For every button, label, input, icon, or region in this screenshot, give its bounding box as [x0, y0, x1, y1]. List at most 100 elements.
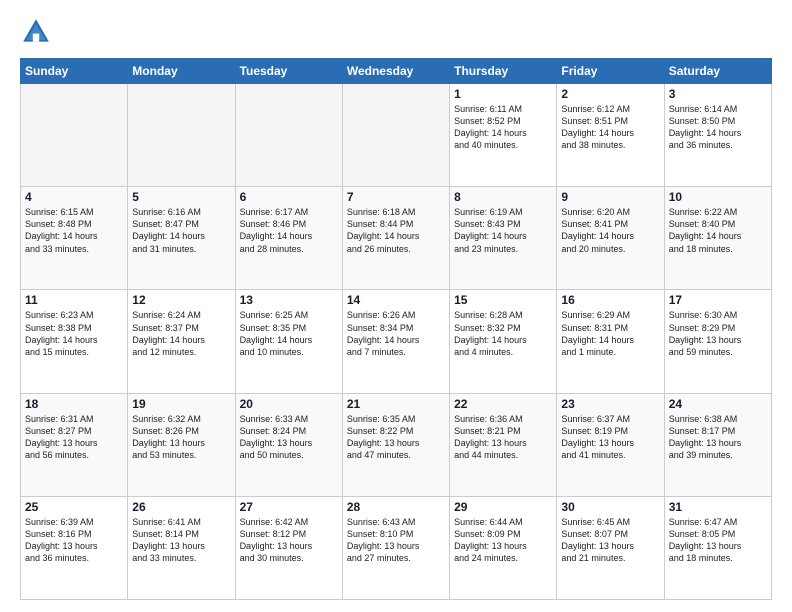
calendar-cell: 28Sunrise: 6:43 AM Sunset: 8:10 PM Dayli… — [342, 496, 449, 599]
daylight-info: Sunrise: 6:14 AM Sunset: 8:50 PM Dayligh… — [669, 103, 767, 152]
daylight-info: Sunrise: 6:23 AM Sunset: 8:38 PM Dayligh… — [25, 309, 123, 358]
day-number: 27 — [240, 500, 338, 514]
calendar-cell — [235, 84, 342, 187]
daylight-info: Sunrise: 6:19 AM Sunset: 8:43 PM Dayligh… — [454, 206, 552, 255]
weekday-header-wednesday: Wednesday — [342, 59, 449, 84]
page: SundayMondayTuesdayWednesdayThursdayFrid… — [0, 0, 792, 612]
daylight-info: Sunrise: 6:36 AM Sunset: 8:21 PM Dayligh… — [454, 413, 552, 462]
daylight-info: Sunrise: 6:41 AM Sunset: 8:14 PM Dayligh… — [132, 516, 230, 565]
calendar-table: SundayMondayTuesdayWednesdayThursdayFrid… — [20, 58, 772, 600]
daylight-info: Sunrise: 6:24 AM Sunset: 8:37 PM Dayligh… — [132, 309, 230, 358]
day-number: 21 — [347, 397, 445, 411]
day-number: 7 — [347, 190, 445, 204]
weekday-header-sunday: Sunday — [21, 59, 128, 84]
calendar-week-5: 25 Sunrise: 6:39 AM Sunset: 8:16 PM Dayli… — [21, 496, 772, 599]
daylight-info: Sunrise: 6:29 AM Sunset: 8:31 PM Dayligh… — [561, 309, 659, 358]
calendar-week-3: 11Sunrise: 6:23 AM Sunset: 8:38 PM Dayli… — [21, 290, 772, 393]
daylight-info: Sunrise: 6:16 AM Sunset: 8:47 PM Dayligh… — [132, 206, 230, 255]
calendar-cell — [128, 84, 235, 187]
day-number: 17 — [669, 293, 767, 307]
calendar-cell: 30 Sunrise: 6:45 AM Sunset: 8:07 PM Dayli… — [557, 496, 664, 599]
calendar-week-1: 1Sunrise: 6:11 AM Sunset: 8:52 PM Daylig… — [21, 84, 772, 187]
day-number: 13 — [240, 293, 338, 307]
calendar-cell: 16 Sunrise: 6:29 AM Sunset: 8:31 PM Dayli… — [557, 290, 664, 393]
day-number: 14 — [347, 293, 445, 307]
calendar-cell: 22 Sunrise: 6:36 AM Sunset: 8:21 PM Dayli… — [450, 393, 557, 496]
calendar-cell: 20Sunrise: 6:33 AM Sunset: 8:24 PM Dayli… — [235, 393, 342, 496]
daylight-info: Sunrise: 6:38 AM Sunset: 8:17 PM Dayligh… — [669, 413, 767, 462]
calendar-header-row: SundayMondayTuesdayWednesdayThursdayFrid… — [21, 59, 772, 84]
day-number: 5 — [132, 190, 230, 204]
header — [20, 16, 772, 48]
day-number: 15 — [454, 293, 552, 307]
calendar-cell: 10 Sunrise: 6:22 AM Sunset: 8:40 PM Dayli… — [664, 187, 771, 290]
calendar-cell: 15 Sunrise: 6:28 AM Sunset: 8:32 PM Dayli… — [450, 290, 557, 393]
day-number: 16 — [561, 293, 659, 307]
weekday-header-thursday: Thursday — [450, 59, 557, 84]
daylight-info: Sunrise: 6:31 AM Sunset: 8:27 PM Dayligh… — [25, 413, 123, 462]
calendar-cell — [342, 84, 449, 187]
calendar-cell: 9Sunrise: 6:20 AM Sunset: 8:41 PM Daylig… — [557, 187, 664, 290]
calendar-cell: 5 Sunrise: 6:16 AM Sunset: 8:47 PM Daylig… — [128, 187, 235, 290]
day-number: 25 — [25, 500, 123, 514]
daylight-info: Sunrise: 6:26 AM Sunset: 8:34 PM Dayligh… — [347, 309, 445, 358]
calendar-cell: 13 Sunrise: 6:25 AM Sunset: 8:35 PM Dayli… — [235, 290, 342, 393]
day-number: 3 — [669, 87, 767, 101]
daylight-info: Sunrise: 6:44 AM Sunset: 8:09 PM Dayligh… — [454, 516, 552, 565]
calendar-cell: 7 Sunrise: 6:18 AM Sunset: 8:44 PM Daylig… — [342, 187, 449, 290]
day-number: 29 — [454, 500, 552, 514]
calendar-cell: 17 Sunrise: 6:30 AM Sunset: 8:29 PM Dayli… — [664, 290, 771, 393]
day-number: 12 — [132, 293, 230, 307]
daylight-info: Sunrise: 6:39 AM Sunset: 8:16 PM Dayligh… — [25, 516, 123, 565]
daylight-info: Sunrise: 6:32 AM Sunset: 8:26 PM Dayligh… — [132, 413, 230, 462]
calendar-cell: 19Sunrise: 6:32 AM Sunset: 8:26 PM Dayli… — [128, 393, 235, 496]
calendar-cell: 12 Sunrise: 6:24 AM Sunset: 8:37 PM Dayli… — [128, 290, 235, 393]
logo — [20, 16, 56, 48]
daylight-info: Sunrise: 6:12 AM Sunset: 8:51 PM Dayligh… — [561, 103, 659, 152]
daylight-info: Sunrise: 6:47 AM Sunset: 8:05 PM Dayligh… — [669, 516, 767, 565]
day-number: 4 — [25, 190, 123, 204]
calendar-cell: 8 Sunrise: 6:19 AM Sunset: 8:43 PM Daylig… — [450, 187, 557, 290]
calendar-cell: 25 Sunrise: 6:39 AM Sunset: 8:16 PM Dayli… — [21, 496, 128, 599]
calendar-cell — [21, 84, 128, 187]
daylight-info: Sunrise: 6:33 AM Sunset: 8:24 PM Dayligh… — [240, 413, 338, 462]
daylight-info: Sunrise: 6:43 AM Sunset: 8:10 PM Dayligh… — [347, 516, 445, 565]
daylight-info: Sunrise: 6:28 AM Sunset: 8:32 PM Dayligh… — [454, 309, 552, 358]
calendar-cell: 18Sunrise: 6:31 AM Sunset: 8:27 PM Dayli… — [21, 393, 128, 496]
calendar-body: 1Sunrise: 6:11 AM Sunset: 8:52 PM Daylig… — [21, 84, 772, 600]
calendar-cell: 2 Sunrise: 6:12 AM Sunset: 8:51 PM Daylig… — [557, 84, 664, 187]
daylight-info: Sunrise: 6:42 AM Sunset: 8:12 PM Dayligh… — [240, 516, 338, 565]
daylight-info: Sunrise: 6:17 AM Sunset: 8:46 PM Dayligh… — [240, 206, 338, 255]
day-number: 1 — [454, 87, 552, 101]
calendar-cell: 11Sunrise: 6:23 AM Sunset: 8:38 PM Dayli… — [21, 290, 128, 393]
day-number: 6 — [240, 190, 338, 204]
daylight-info: Sunrise: 6:22 AM Sunset: 8:40 PM Dayligh… — [669, 206, 767, 255]
calendar-cell: 21Sunrise: 6:35 AM Sunset: 8:22 PM Dayli… — [342, 393, 449, 496]
weekday-header-saturday: Saturday — [664, 59, 771, 84]
day-number: 22 — [454, 397, 552, 411]
daylight-info: Sunrise: 6:30 AM Sunset: 8:29 PM Dayligh… — [669, 309, 767, 358]
daylight-info: Sunrise: 6:45 AM Sunset: 8:07 PM Dayligh… — [561, 516, 659, 565]
calendar-cell: 14 Sunrise: 6:26 AM Sunset: 8:34 PM Dayli… — [342, 290, 449, 393]
calendar-cell: 29 Sunrise: 6:44 AM Sunset: 8:09 PM Dayli… — [450, 496, 557, 599]
day-number: 23 — [561, 397, 659, 411]
daylight-info: Sunrise: 6:20 AM Sunset: 8:41 PM Dayligh… — [561, 206, 659, 255]
weekday-header-monday: Monday — [128, 59, 235, 84]
day-number: 30 — [561, 500, 659, 514]
day-number: 2 — [561, 87, 659, 101]
calendar-cell: 6 Sunrise: 6:17 AM Sunset: 8:46 PM Daylig… — [235, 187, 342, 290]
weekday-header-friday: Friday — [557, 59, 664, 84]
calendar-cell: 4 Sunrise: 6:15 AM Sunset: 8:48 PM Daylig… — [21, 187, 128, 290]
calendar-cell: 31 Sunrise: 6:47 AM Sunset: 8:05 PM Dayli… — [664, 496, 771, 599]
day-number: 8 — [454, 190, 552, 204]
day-number: 10 — [669, 190, 767, 204]
daylight-info: Sunrise: 6:25 AM Sunset: 8:35 PM Dayligh… — [240, 309, 338, 358]
day-number: 31 — [669, 500, 767, 514]
daylight-info: Sunrise: 6:18 AM Sunset: 8:44 PM Dayligh… — [347, 206, 445, 255]
calendar-cell: 27 Sunrise: 6:42 AM Sunset: 8:12 PM Dayli… — [235, 496, 342, 599]
calendar-cell: 1Sunrise: 6:11 AM Sunset: 8:52 PM Daylig… — [450, 84, 557, 187]
calendar-cell: 24 Sunrise: 6:38 AM Sunset: 8:17 PM Dayli… — [664, 393, 771, 496]
weekday-header-tuesday: Tuesday — [235, 59, 342, 84]
daylight-info: Sunrise: 6:15 AM Sunset: 8:48 PM Dayligh… — [25, 206, 123, 255]
day-number: 24 — [669, 397, 767, 411]
